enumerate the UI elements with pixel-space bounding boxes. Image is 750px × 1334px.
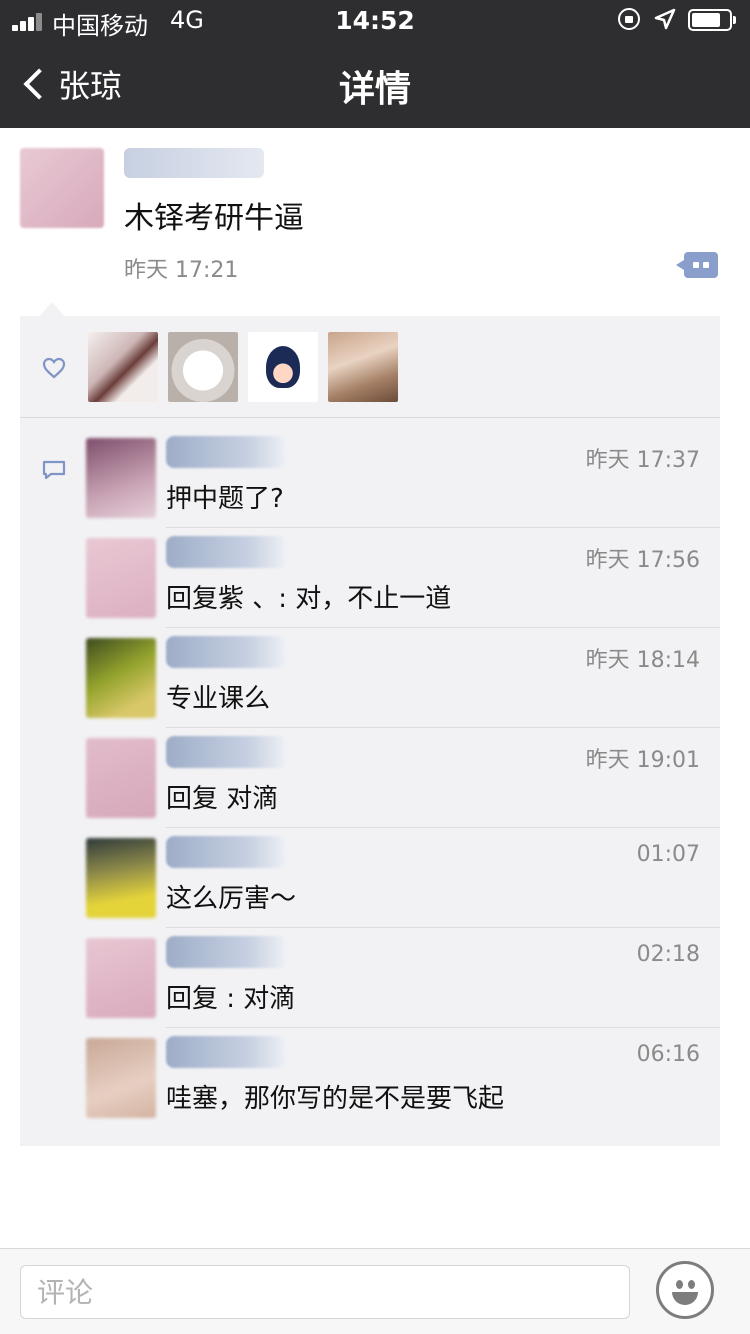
liker-avatar[interactable] xyxy=(328,332,398,402)
rotation-lock-icon xyxy=(618,8,640,30)
dot-icon xyxy=(693,262,699,268)
avatar[interactable] xyxy=(86,438,156,518)
commenter-name-blurred[interactable] xyxy=(166,1036,286,1068)
liker-avatar[interactable] xyxy=(248,332,318,402)
dot-icon xyxy=(703,262,709,268)
emoji-button[interactable] xyxy=(656,1261,714,1319)
comment-time: 昨天 17:56 xyxy=(585,548,700,573)
emoji-eye xyxy=(676,1280,683,1289)
status-bar: 中国移动 4G 14:52 xyxy=(0,0,750,40)
commenter-name-blurred[interactable] xyxy=(166,936,286,968)
comment-item[interactable]: 昨天 19:01 回复 对滴 xyxy=(20,728,720,828)
post-author-name-blurred[interactable] xyxy=(124,148,264,178)
comment-text: 专业课么 xyxy=(166,684,271,714)
comment-text: 这么厉害～ xyxy=(166,884,297,914)
more-actions-button[interactable] xyxy=(676,252,718,278)
avatar[interactable] xyxy=(86,538,156,618)
post-text: 木铎考研牛逼 xyxy=(124,201,304,236)
top-bar: 中国移动 4G 14:52 张琼 详情 xyxy=(0,0,750,128)
comment-bar xyxy=(0,1248,750,1334)
avatar[interactable] xyxy=(86,738,156,818)
avatar[interactable] xyxy=(86,638,156,718)
emoji-eye xyxy=(688,1280,695,1289)
comment-item[interactable]: 昨天 18:14 专业课么 xyxy=(20,628,720,728)
comment-time: 02:18 xyxy=(636,942,700,967)
commenter-name-blurred[interactable] xyxy=(166,736,286,768)
comment-time: 01:07 xyxy=(636,842,700,867)
heart-icon xyxy=(42,357,66,379)
post-time: 昨天 17:21 xyxy=(124,258,239,283)
commenter-name-blurred[interactable] xyxy=(166,636,286,668)
avatar[interactable] xyxy=(86,1038,156,1118)
comments-panel: 昨天 17:37 押中题了? 昨天 17:56 回复紫 、: 对，不止一道 昨天… xyxy=(20,316,720,1146)
emoji-mouth xyxy=(672,1292,698,1305)
comment-text: 哇塞，那你写的是不是要飞起 xyxy=(166,1084,505,1114)
comment-time: 昨天 17:37 xyxy=(585,448,700,473)
comment-item[interactable]: 02:18 回复 : 对滴 xyxy=(20,928,720,1028)
comment-time: 06:16 xyxy=(636,1042,700,1067)
commenter-name-blurred[interactable] xyxy=(166,536,286,568)
liker-avatar[interactable] xyxy=(168,332,238,402)
panel-arrow xyxy=(40,302,64,316)
avatar[interactable] xyxy=(86,838,156,918)
comment-item[interactable]: 昨天 17:56 回复紫 、: 对，不止一道 xyxy=(20,528,720,628)
page-title: 详情 xyxy=(338,69,411,110)
avatar[interactable] xyxy=(86,938,156,1018)
comment-item[interactable]: 01:07 这么厉害～ xyxy=(20,828,720,928)
comment-text: 押中题了? xyxy=(166,484,284,514)
comment-item[interactable]: 昨天 17:37 押中题了? xyxy=(20,428,720,528)
commenter-name-blurred[interactable] xyxy=(166,836,286,868)
liker-avatar[interactable] xyxy=(88,332,158,402)
battery-icon xyxy=(688,9,736,31)
comment-text: 回复 : 对滴 xyxy=(166,984,296,1014)
comment-time: 昨天 19:01 xyxy=(585,748,700,773)
location-arrow-icon xyxy=(654,8,676,30)
comment-text: 回复 对滴 xyxy=(166,784,279,814)
comment-time: 昨天 18:14 xyxy=(585,648,700,673)
comment-item[interactable]: 06:16 哇塞，那你写的是不是要飞起 xyxy=(20,1028,720,1128)
comment-text: 回复紫 、: 对，不止一道 xyxy=(166,584,452,614)
likes-row xyxy=(20,316,720,418)
comment-input[interactable] xyxy=(20,1265,630,1319)
avatar[interactable] xyxy=(20,148,104,228)
commenter-name-blurred[interactable] xyxy=(166,436,286,468)
